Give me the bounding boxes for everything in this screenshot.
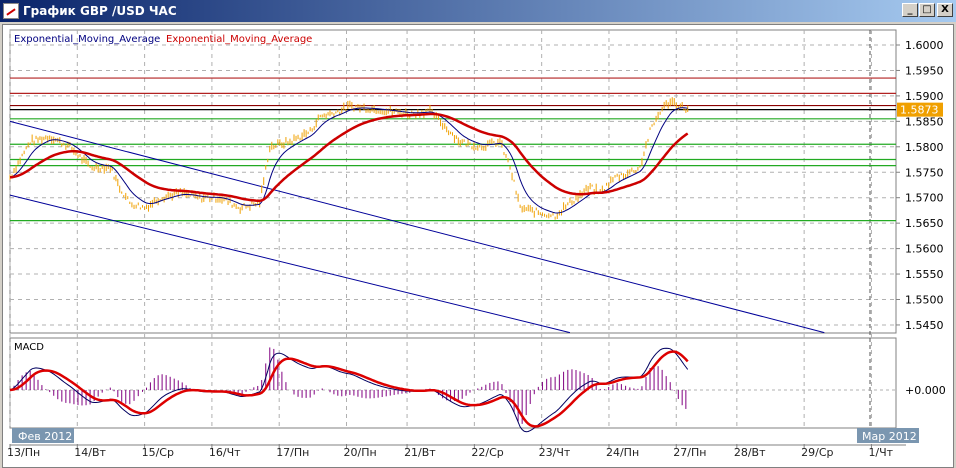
time-tick-label: 16/Чт <box>209 446 241 459</box>
time-tick-label: 23/Чт <box>539 446 571 459</box>
price-chart[interactable]: 1.6000 1.5950 1.5900 1.5850 1.5800 1.5750 1.57… <box>0 0 956 468</box>
time-tick-label: 21/Вт <box>404 446 436 459</box>
price-tick-label: 1.5750 <box>905 166 944 179</box>
time-tick-label: 27/Пн <box>673 446 706 459</box>
month-label-mar: Мар 2012 <box>862 430 917 443</box>
price-tick-label: 1.6000 <box>905 39 944 52</box>
month-label-feb: Фев 2012 <box>18 430 72 443</box>
price-tick-label: 1.5900 <box>905 90 944 103</box>
current-price-label: 1.5873 <box>900 104 939 117</box>
macd-label: MACD <box>14 342 44 353</box>
price-tick-label: 1.5450 <box>905 319 944 332</box>
time-tick-label: 14/Вт <box>74 446 106 459</box>
macd-zero-label: +0.000 <box>905 384 946 397</box>
price-tick-label: 1.5600 <box>905 243 944 256</box>
channel-trendline <box>9 120 825 334</box>
price-tick-label: 1.5650 <box>905 217 944 230</box>
price-tick-label: 1.5850 <box>905 115 944 128</box>
time-tick-label: 13/Пн <box>7 446 40 459</box>
time-tick-label: 15/Ср <box>142 446 174 459</box>
time-tick-label: 24/Пн <box>606 446 639 459</box>
time-tick-label: 22/Ср <box>471 446 503 459</box>
legend-ema-slow: Exponential_Moving_Average <box>166 34 312 45</box>
price-tick-label: 1.5550 <box>905 268 944 281</box>
time-tick-label: 1/Чт <box>868 446 893 459</box>
time-tick-label: 29/Ср <box>801 446 833 459</box>
time-tick-label: 17/Пн <box>276 446 309 459</box>
price-tick-label: 1.5950 <box>905 64 944 77</box>
channel-trendline <box>9 194 571 334</box>
price-tick-label: 1.5700 <box>905 192 944 205</box>
legend-ema-fast: Exponential_Moving_Average <box>14 34 160 45</box>
macd-signal-line <box>9 350 689 428</box>
price-tick-label: 1.5800 <box>905 141 944 154</box>
time-tick-label: 20/Пн <box>344 446 377 459</box>
price-tick-label: 1.5500 <box>905 294 944 307</box>
time-tick-label: 28/Вт <box>734 446 766 459</box>
